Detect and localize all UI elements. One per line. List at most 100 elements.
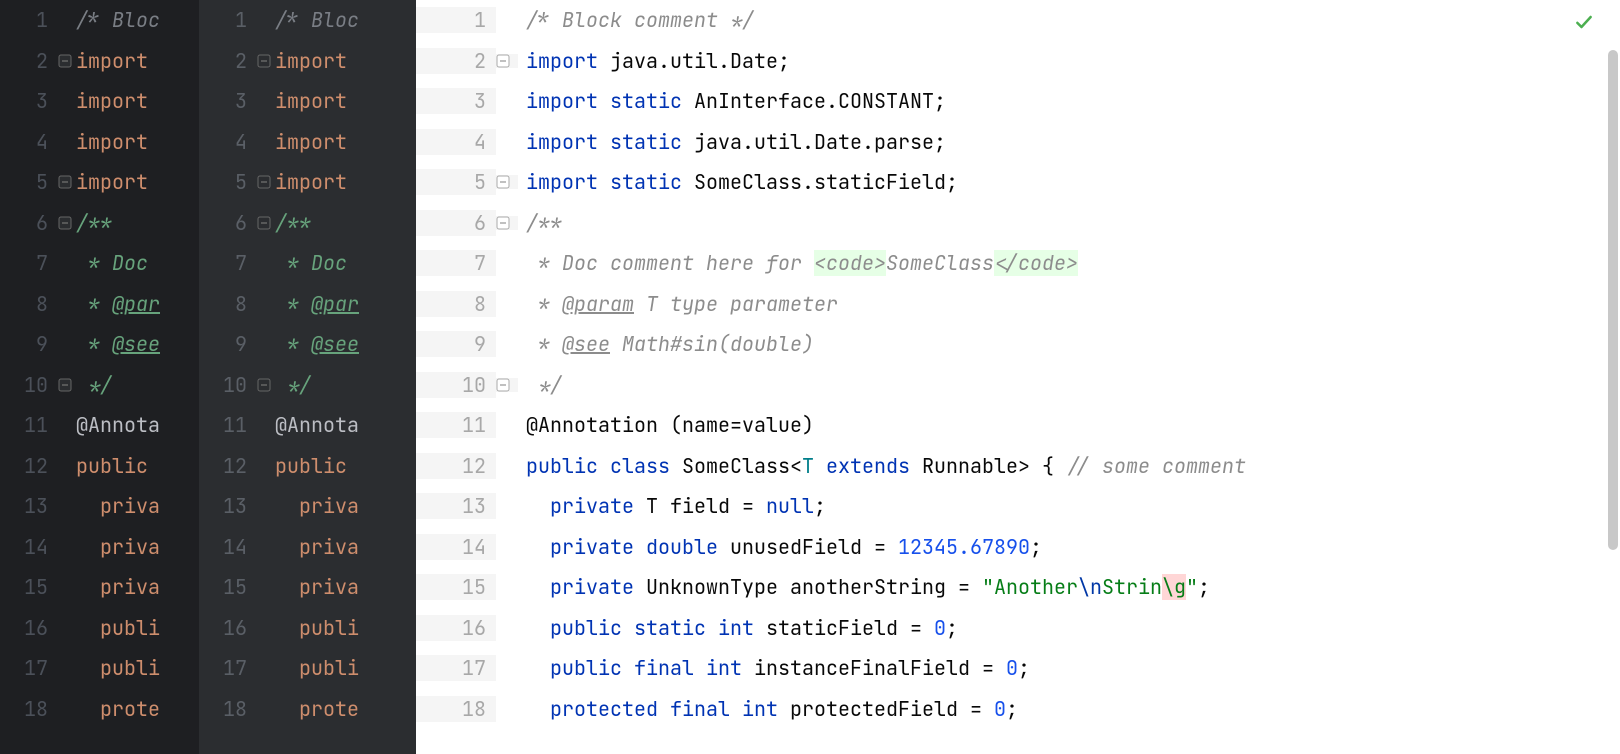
code-line[interactable]: 5 import static SomeClass.staticField;	[416, 162, 1620, 203]
fold-gutter[interactable]	[58, 216, 76, 230]
code-line[interactable]: 18 prote	[199, 689, 416, 730]
code-text[interactable]: */	[76, 372, 199, 398]
line-number[interactable]: 5	[0, 169, 58, 195]
scrollbar-thumb[interactable]	[1608, 50, 1618, 550]
line-number[interactable]: 16	[416, 615, 496, 641]
line-number[interactable]: 18	[199, 696, 257, 722]
code-line[interactable]: 10 */	[0, 365, 199, 406]
code-text[interactable]: import	[76, 169, 199, 195]
code-line[interactable]: 1 /* Block comment */	[416, 0, 1620, 41]
code-text[interactable]: * Doc	[76, 250, 199, 276]
line-number[interactable]: 4	[0, 129, 58, 155]
code-text[interactable]: public final int instanceFinalField = 0;	[518, 655, 1620, 681]
code-line[interactable]: 16 publi	[0, 608, 199, 649]
fold-gutter[interactable]	[257, 378, 275, 392]
code-line[interactable]: 8 * @param T type parameter	[416, 284, 1620, 325]
code-text[interactable]: import	[76, 129, 199, 155]
code-line[interactable]: 4 import static java.util.Date.parse;	[416, 122, 1620, 163]
line-number[interactable]: 7	[416, 250, 496, 276]
code-line[interactable]: 6/**	[199, 203, 416, 244]
line-number[interactable]: 2	[416, 48, 496, 74]
line-number[interactable]: 3	[199, 88, 257, 114]
code-text[interactable]: priva	[275, 574, 416, 600]
code-text[interactable]: import	[275, 48, 416, 74]
code-line[interactable]: 17 publi	[199, 648, 416, 689]
line-number[interactable]: 18	[416, 696, 496, 722]
code-line[interactable]: 10 */	[199, 365, 416, 406]
line-number[interactable]: 1	[0, 7, 58, 33]
code-line[interactable]: 1 /* Bloc	[0, 0, 199, 41]
code-line[interactable]: 3import	[199, 81, 416, 122]
line-number[interactable]: 9	[0, 331, 58, 357]
code-line[interactable]: 12public	[0, 446, 199, 487]
code-text[interactable]: priva	[76, 574, 199, 600]
code-line[interactable]: 13 priva	[0, 486, 199, 527]
line-number[interactable]: 2	[199, 48, 257, 74]
line-number[interactable]: 3	[0, 88, 58, 114]
line-number[interactable]: 12	[416, 453, 496, 479]
line-number[interactable]: 16	[199, 615, 257, 641]
code-text[interactable]: /**	[518, 210, 1620, 236]
code-text[interactable]: public	[275, 453, 416, 479]
line-number[interactable]: 14	[416, 534, 496, 560]
line-number[interactable]: 13	[0, 493, 58, 519]
line-number[interactable]: 3	[416, 88, 496, 114]
code-text[interactable]: public	[76, 453, 199, 479]
code-text[interactable]: publi	[275, 615, 416, 641]
code-text[interactable]: import static SomeClass.staticField;	[518, 169, 1620, 195]
code-line[interactable]: 17 publi	[0, 648, 199, 689]
line-number[interactable]: 4	[416, 129, 496, 155]
line-number[interactable]: 4	[199, 129, 257, 155]
code-line[interactable]: 12 public class SomeClass<T extends Runna…	[416, 446, 1620, 487]
line-number[interactable]: 10	[416, 372, 496, 398]
code-text[interactable]: priva	[275, 493, 416, 519]
code-line[interactable]: 14 priva	[199, 527, 416, 568]
code-text[interactable]: priva	[275, 534, 416, 560]
line-number[interactable]: 8	[0, 291, 58, 317]
code-text[interactable]: /* Bloc	[76, 7, 199, 33]
code-line[interactable]: 16 publi	[199, 608, 416, 649]
code-text[interactable]: * @see Math#sin(double)	[518, 331, 1620, 357]
line-number[interactable]: 11	[416, 412, 496, 438]
line-number[interactable]: 5	[416, 169, 496, 195]
code-text[interactable]: priva	[76, 534, 199, 560]
line-number[interactable]: 9	[416, 331, 496, 357]
line-number[interactable]: 8	[416, 291, 496, 317]
code-text[interactable]: publi	[275, 655, 416, 681]
code-text[interactable]: priva	[76, 493, 199, 519]
code-text[interactable]: */	[275, 372, 416, 398]
code-line[interactable]: 11@Annota	[199, 405, 416, 446]
code-text[interactable]: import static java.util.Date.parse;	[518, 129, 1620, 155]
code-line[interactable]: 9 * @see	[0, 324, 199, 365]
line-number[interactable]: 15	[199, 574, 257, 600]
line-number[interactable]: 16	[0, 615, 58, 641]
line-number[interactable]: 1	[416, 7, 496, 33]
code-text[interactable]: import	[76, 88, 199, 114]
fold-gutter[interactable]	[58, 54, 76, 68]
code-line[interactable]: 3import static AnInterface.CONSTANT;	[416, 81, 1620, 122]
code-line[interactable]: 2import java.util.Date;	[416, 41, 1620, 82]
code-text[interactable]: @Annota	[275, 412, 416, 438]
fold-gutter[interactable]	[496, 175, 518, 189]
code-line[interactable]: 12public	[199, 446, 416, 487]
code-text[interactable]: * @see	[76, 331, 199, 357]
line-number[interactable]: 7	[199, 250, 257, 276]
line-number[interactable]: 13	[416, 493, 496, 519]
code-line[interactable]: 1/* Bloc	[199, 0, 416, 41]
line-number[interactable]: 6	[416, 210, 496, 236]
code-line[interactable]: 7 * Doc comment here for <code>SomeClass…	[416, 243, 1620, 284]
fold-gutter[interactable]	[58, 378, 76, 392]
fold-gutter[interactable]	[257, 175, 275, 189]
code-text[interactable]: public class SomeClass<T extends Runnabl…	[518, 453, 1620, 479]
code-text[interactable]: /**	[76, 210, 199, 236]
fold-gutter[interactable]	[496, 378, 518, 392]
line-number[interactable]: 5	[199, 169, 257, 195]
code-text[interactable]: */	[518, 372, 1620, 398]
line-number[interactable]: 8	[199, 291, 257, 317]
code-text[interactable]: * @par	[76, 291, 199, 317]
line-number[interactable]: 15	[416, 574, 496, 600]
code-line[interactable]: 5 import	[0, 162, 199, 203]
code-text[interactable]: /* Block comment */	[518, 7, 1620, 33]
code-text[interactable]: import	[275, 129, 416, 155]
code-text[interactable]: prote	[76, 696, 199, 722]
